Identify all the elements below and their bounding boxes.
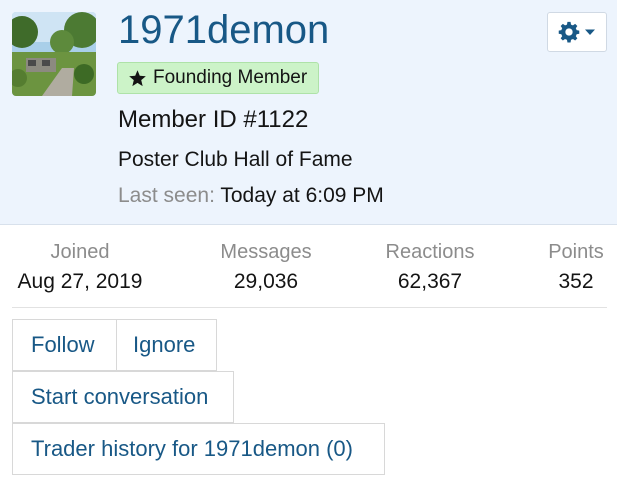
stat-value: 62,367 <box>397 270 463 293</box>
profile-header: 1971demon Founding Member Member ID #112… <box>0 0 617 225</box>
last-seen-label: Last seen: <box>118 184 215 207</box>
stat-value: 352 <box>558 270 594 293</box>
stat-value: Aug 27, 2019 <box>17 270 143 293</box>
username[interactable]: 1971demon <box>118 6 329 54</box>
stat-label: Points <box>548 241 604 263</box>
gear-icon <box>558 21 580 43</box>
avatar-image <box>12 12 96 96</box>
follow-button[interactable]: Follow <box>12 319 116 371</box>
stat-label: Messages <box>220 241 312 263</box>
badge-label: Founding Member <box>153 67 308 88</box>
trader-history-button[interactable]: Trader history for 1971demon (0) <box>12 423 385 475</box>
stat-reactions: Reactions 62,367 <box>370 240 490 296</box>
stat-messages[interactable]: Messages 29,036 <box>206 240 326 296</box>
stat-points[interactable]: Points 352 <box>540 240 612 296</box>
stats-row: Joined Aug 27, 2019 Messages 29,036 Reac… <box>0 226 617 308</box>
stat-label: Joined <box>50 241 110 263</box>
stat-joined: Joined Aug 27, 2019 <box>12 240 148 296</box>
last-seen-value[interactable]: Today at 6:09 PM <box>220 184 383 207</box>
user-title: Poster Club Hall of Fame <box>118 148 353 171</box>
member-id: Member ID #1122 <box>118 106 309 133</box>
ignore-button[interactable]: Ignore <box>116 319 217 371</box>
caret-down-icon <box>585 29 595 35</box>
last-seen: Last seen: Today at 6:09 PM <box>118 184 384 208</box>
divider <box>12 307 607 308</box>
founding-member-badge: Founding Member <box>117 62 320 94</box>
star-icon <box>129 69 146 86</box>
stat-label: Reactions <box>385 241 475 263</box>
settings-menu-button[interactable] <box>547 12 607 52</box>
start-conversation-button[interactable]: Start conversation <box>12 371 234 423</box>
avatar[interactable] <box>12 12 96 96</box>
stat-value: 29,036 <box>233 270 299 293</box>
